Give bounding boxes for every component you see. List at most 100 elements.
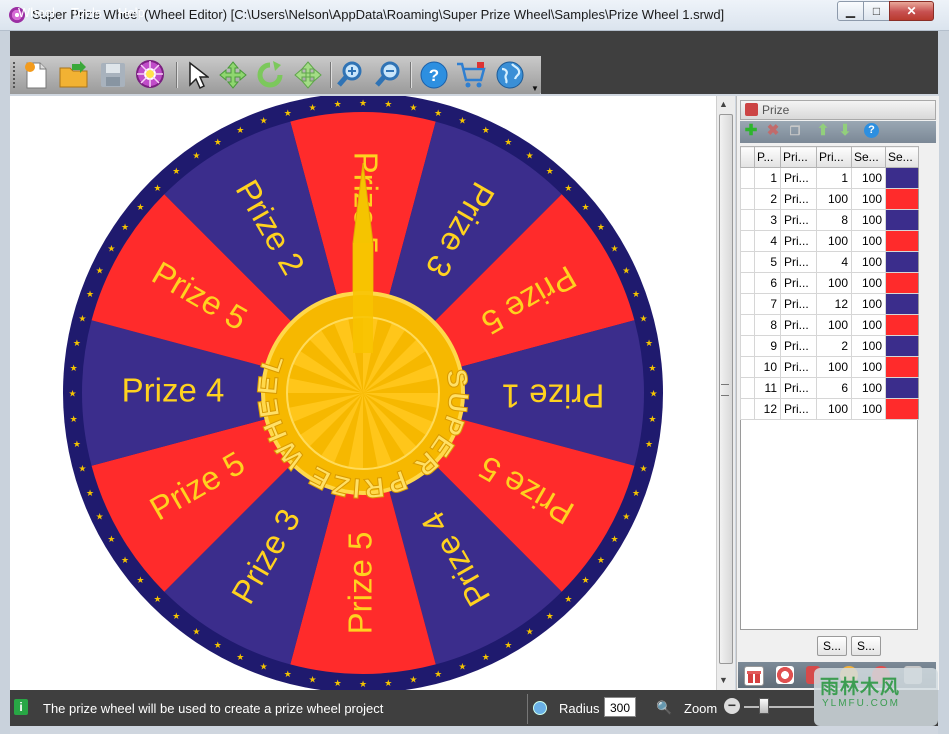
row-selector[interactable] — [740, 314, 755, 336]
minimize-button[interactable]: ▁ — [837, 1, 864, 21]
table-row[interactable]: 8 Pri... 100 100 — [740, 314, 919, 336]
cell-prize-value[interactable]: 100 — [816, 230, 852, 252]
zoom-slider-thumb[interactable] — [759, 698, 769, 714]
cell-index[interactable]: 8 — [754, 314, 781, 336]
prize-table[interactable]: P... Pri... Pri... Se... Se... 1 Pri... 1 1… — [740, 146, 919, 420]
cell-segment-value[interactable]: 100 — [851, 314, 886, 336]
cell-index[interactable]: 10 — [754, 356, 781, 378]
zoom-out-icon[interactable] — [372, 59, 404, 91]
column-header[interactable]: Pri... — [780, 146, 817, 168]
row-selector[interactable] — [740, 251, 755, 273]
cell-segment-value[interactable]: 100 — [851, 188, 886, 210]
globe-icon[interactable] — [494, 59, 526, 91]
cell-prize-value[interactable]: 1 — [816, 167, 852, 189]
save-disk-icon[interactable] — [97, 59, 129, 91]
cell-segment-color[interactable] — [885, 377, 919, 399]
cell-segment-value[interactable]: 100 — [851, 209, 886, 231]
cell-index[interactable]: 6 — [754, 272, 781, 294]
cell-prize-name[interactable]: Pri... — [780, 293, 817, 315]
cell-segment-value[interactable]: 100 — [851, 293, 886, 315]
row-selector[interactable] — [740, 377, 755, 399]
add-icon[interactable]: ✚ — [743, 123, 759, 139]
tab-prize-gift-icon[interactable] — [744, 666, 764, 686]
cell-segment-color[interactable] — [885, 356, 919, 378]
prize-wheel[interactable]: Prize 5Prize 3Prize 5Prize 1Prize 5Prize… — [10, 96, 716, 690]
scroll-up-arrow-icon[interactable]: ▲ — [719, 99, 728, 109]
cell-segment-value[interactable]: 100 — [851, 230, 886, 252]
row-selector[interactable] — [740, 230, 755, 252]
column-header[interactable]: P... — [754, 146, 781, 168]
row-selector[interactable] — [740, 293, 755, 315]
move-up-icon[interactable]: ⬆ — [815, 123, 831, 139]
close-button[interactable]: ✕ — [889, 1, 934, 21]
cell-prize-value[interactable]: 100 — [816, 272, 852, 294]
panel-help-icon[interactable]: ? — [864, 123, 879, 138]
cell-segment-color[interactable] — [885, 209, 919, 231]
panel-button-2[interactable]: S... — [851, 636, 881, 656]
cell-prize-value[interactable]: 4 — [816, 251, 852, 273]
scroll-down-arrow-icon[interactable]: ▼ — [719, 675, 728, 685]
cell-prize-value[interactable]: 100 — [816, 356, 852, 378]
cell-index[interactable]: 12 — [754, 398, 781, 420]
wheel-canvas[interactable]: Prize 5Prize 3Prize 5Prize 1Prize 5Prize… — [10, 96, 716, 690]
toolbar-grip[interactable] — [13, 62, 18, 88]
new-file-icon[interactable] — [20, 59, 52, 91]
cell-segment-color[interactable] — [885, 335, 919, 357]
cart-icon[interactable] — [455, 59, 487, 91]
cell-prize-value[interactable]: 100 — [816, 398, 852, 420]
cell-index[interactable]: 1 — [754, 167, 781, 189]
column-header[interactable]: Pri... — [816, 146, 852, 168]
table-row[interactable]: 4 Pri... 100 100 — [740, 230, 919, 252]
menu-wheel[interactable]: Wheel — [18, 5, 55, 20]
row-selector[interactable] — [740, 209, 755, 231]
cell-segment-color[interactable] — [885, 230, 919, 252]
row-selector[interactable] — [740, 167, 755, 189]
cell-segment-color[interactable] — [885, 314, 919, 336]
cell-prize-name[interactable]: Pri... — [780, 314, 817, 336]
row-selector[interactable] — [740, 188, 755, 210]
cell-prize-name[interactable]: Pri... — [780, 251, 817, 273]
cell-prize-name[interactable]: Pri... — [780, 230, 817, 252]
cell-prize-value[interactable]: 100 — [816, 314, 852, 336]
cell-segment-color[interactable] — [885, 188, 919, 210]
move-down-icon[interactable]: ⬇ — [837, 123, 853, 139]
cell-prize-value[interactable]: 100 — [816, 188, 852, 210]
table-row[interactable]: 9 Pri... 2 100 — [740, 335, 919, 357]
toolbar-overflow-icon[interactable]: ▼ — [531, 84, 539, 93]
cell-segment-color[interactable] — [885, 293, 919, 315]
zoom-in-icon[interactable] — [334, 59, 366, 91]
column-header[interactable]: Se... — [851, 146, 886, 168]
wheel-preview-icon[interactable] — [135, 59, 167, 91]
cell-segment-value[interactable]: 100 — [851, 335, 886, 357]
cell-prize-name[interactable]: Pri... — [780, 167, 817, 189]
resize-icon[interactable] — [292, 59, 324, 91]
move-cross-icon[interactable] — [217, 59, 249, 91]
maximize-button[interactable]: □ — [863, 1, 890, 21]
zoom-slider-track[interactable] — [744, 706, 814, 708]
copy-icon[interactable]: ❐ — [787, 123, 803, 139]
cell-segment-color[interactable] — [885, 398, 919, 420]
cell-index[interactable]: 2 — [754, 188, 781, 210]
row-selector[interactable] — [740, 356, 755, 378]
table-row[interactable]: 11 Pri... 6 100 — [740, 377, 919, 399]
zoom-out-button[interactable]: − — [724, 698, 740, 714]
row-selector[interactable] — [740, 272, 755, 294]
cell-index[interactable]: 11 — [754, 377, 781, 399]
panel-button-1[interactable]: S... — [817, 636, 847, 656]
cell-prize-name[interactable]: Pri... — [780, 356, 817, 378]
row-selector[interactable] — [740, 335, 755, 357]
table-row[interactable]: 12 Pri... 100 100 — [740, 398, 919, 420]
cell-segment-value[interactable]: 100 — [851, 398, 886, 420]
table-row[interactable]: 1 Pri... 1 100 — [740, 167, 919, 189]
delete-icon[interactable]: ✖ — [765, 123, 781, 139]
cell-index[interactable]: 5 — [754, 251, 781, 273]
cell-index[interactable]: 9 — [754, 335, 781, 357]
cell-prize-name[interactable]: Pri... — [780, 209, 817, 231]
cell-index[interactable]: 4 — [754, 230, 781, 252]
row-selector[interactable] — [740, 398, 755, 420]
open-folder-icon[interactable] — [58, 59, 90, 91]
cell-prize-value[interactable]: 2 — [816, 335, 852, 357]
cell-prize-value[interactable]: 12 — [816, 293, 852, 315]
cell-prize-name[interactable]: Pri... — [780, 335, 817, 357]
radius-input[interactable]: 300 — [604, 697, 636, 717]
